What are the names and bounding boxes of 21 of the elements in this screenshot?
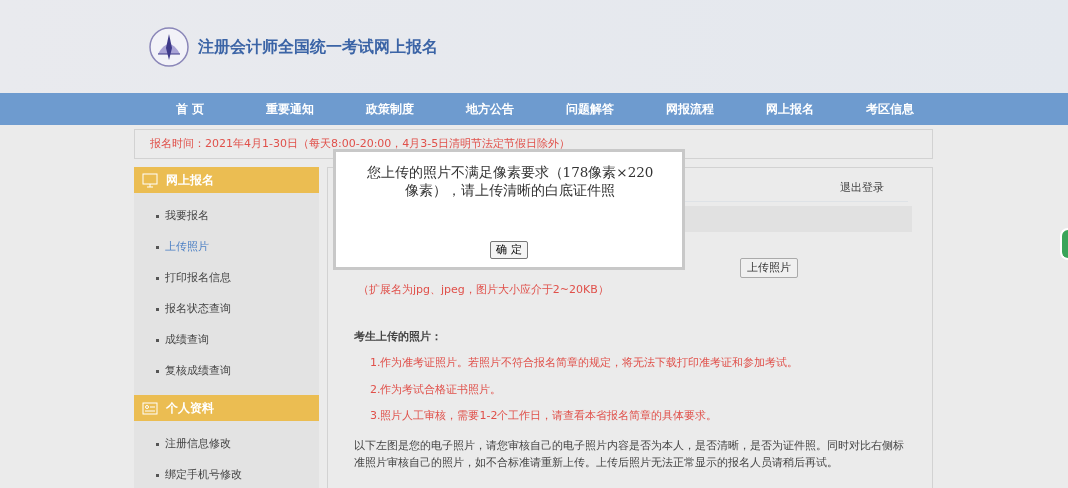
sidebar-header-text: 网上报名: [166, 172, 214, 189]
sidebar-item[interactable]: 报名状态查询: [134, 294, 319, 325]
section-heading: 考生上传的照片：: [353, 328, 443, 345]
instruction-paragraph: 以下左图是您的电子照片，请您审核自己的电子照片内容是否为本人，是否清晰，是否为证件照。同时对比右侧标准照片审核自己的照片，如不合标准请重新上传。上传后照片无法正常显示的报名人员请稍后再试。: [353, 437, 905, 471]
file-format-hint: （扩展名为jpg、jpeg，图片大小应介于2~20KB）: [357, 282, 610, 298]
alert-message: 您上传的照片不满足像素要求（178像素×220像素），请上传清晰的白底证件照: [365, 163, 655, 199]
registration-period-text: 报名时间：2021年4月1-30日（每天8:00-20:00，4月3-5日清明节法定节假日除外）: [150, 135, 571, 152]
upload-photo-button[interactable]: 上传照片: [740, 257, 798, 278]
sidebar-item[interactable]: 复核成绩查询: [134, 356, 319, 387]
site-title: 注册会计师全国统一考试网上报名: [198, 35, 438, 58]
ok-button[interactable]: 确 定: [490, 240, 528, 259]
sidebar-item[interactable]: 我要报名: [134, 201, 319, 232]
sidebar-item[interactable]: 成绩查询: [134, 325, 319, 356]
sidebar-item[interactable]: 打印报名信息: [134, 263, 319, 294]
sidebar-item[interactable]: 绑定手机号修改: [134, 460, 319, 488]
rule-text: 3.照片人工审核，需要1-2个工作日，请查看本省报名简章的具体要求。: [369, 408, 719, 424]
rule-text: 1.作为准考证照片。若照片不符合报名简章的规定，将无法下载打印准考证和参加考试。: [369, 355, 800, 371]
logout-link[interactable]: 退出登录: [840, 180, 884, 197]
sidebar-item[interactable]: 注册信息修改: [134, 429, 319, 460]
sidebar-header-text: 个人资料: [166, 400, 214, 417]
rule-text: 2.作为考试合格证书照片。: [369, 381, 503, 398]
